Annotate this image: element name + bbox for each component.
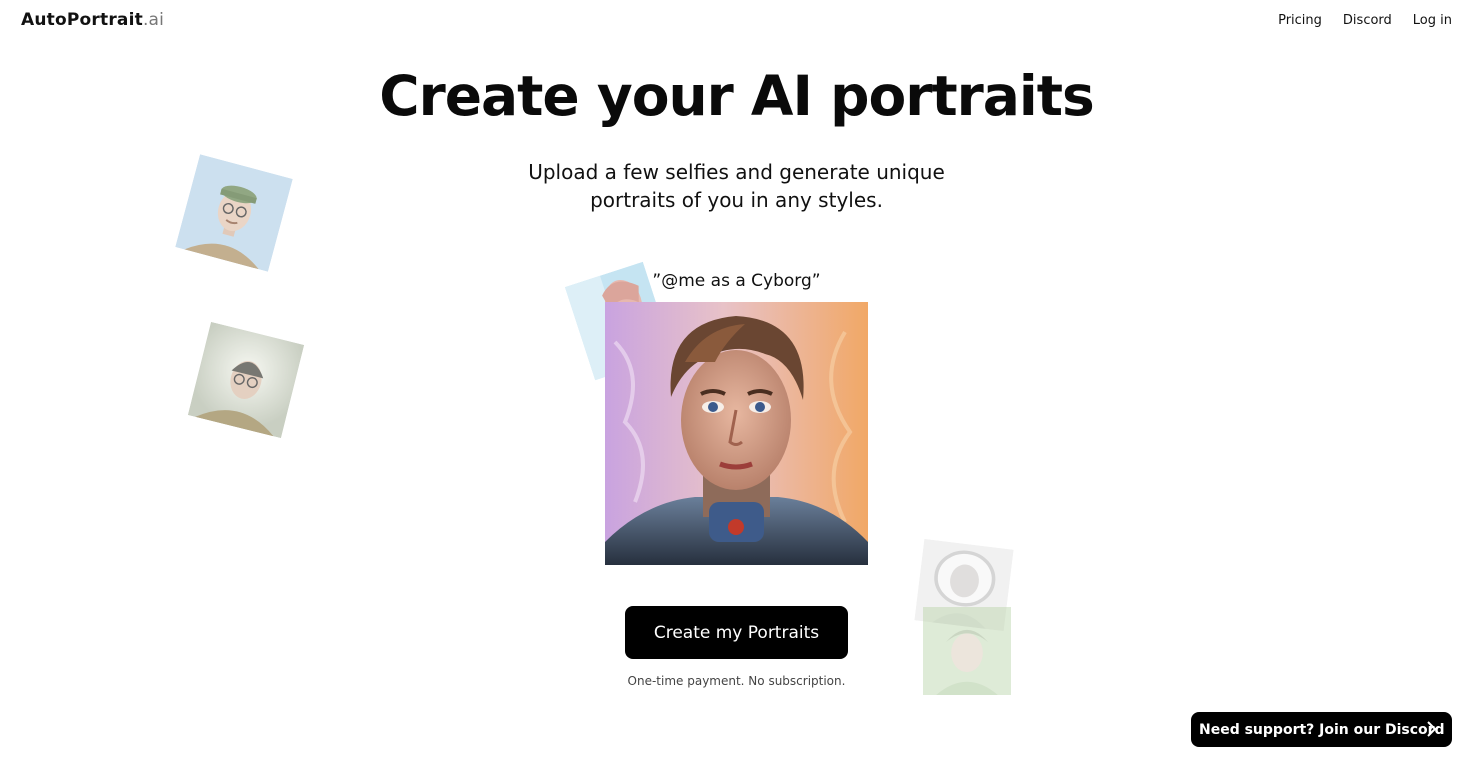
payment-note: One-time payment. No subscription.	[627, 674, 846, 688]
style-prompt-label: ”@me as a Cyborg”	[652, 271, 821, 291]
brand-name: AutoPortrait	[21, 10, 143, 30]
nav-login-link[interactable]: Log in	[1413, 13, 1452, 28]
brand-logo[interactable]: AutoPortrait.ai	[21, 10, 164, 30]
sample-portrait-cap	[175, 154, 293, 272]
nav-discord-link[interactable]: Discord	[1343, 13, 1392, 28]
chevron-right-icon	[1427, 721, 1437, 737]
page-title: Create your AI portraits	[379, 64, 1095, 128]
nav-pricing-link[interactable]: Pricing	[1278, 13, 1322, 28]
top-nav: Pricing Discord Log in	[1278, 13, 1452, 28]
sample-portrait-beanie	[187, 321, 305, 439]
brand-tld: .ai	[142, 10, 165, 30]
support-label: Need support? Join our Discord	[1199, 721, 1445, 738]
hero-cyborg-portrait	[605, 302, 868, 565]
support-discord-button[interactable]: Need support? Join our Discord	[1191, 712, 1452, 747]
create-portraits-button[interactable]: Create my Portraits	[625, 606, 848, 659]
page-subtitle: Upload a few selfies and generate unique…	[528, 160, 945, 212]
